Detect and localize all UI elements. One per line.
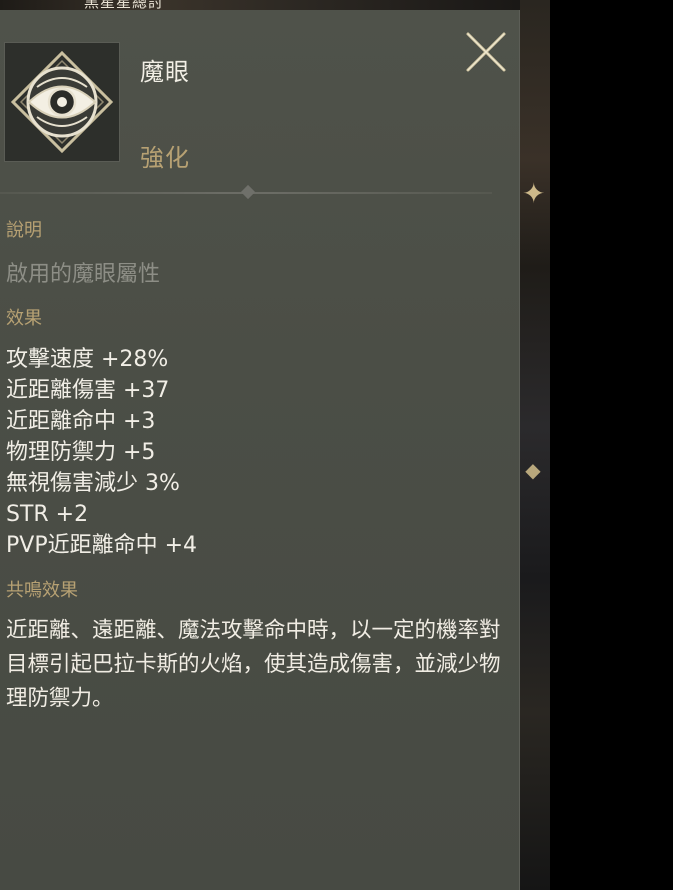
top-hint-text: 黑星星總討	[84, 0, 165, 10]
ornament-icon: ◆	[525, 458, 541, 482]
effect-item: 物理防禦力 +5	[6, 440, 156, 465]
effects-title: 效果	[6, 308, 42, 329]
description-text: 啟用的魔眼屬性	[6, 262, 161, 287]
effect-item: 近距離命中 +3	[6, 409, 156, 434]
resonance-title: 共鳴效果	[6, 580, 78, 601]
effect-item: 攻擊速度 +28%	[6, 347, 169, 372]
close-button[interactable]	[462, 28, 510, 76]
effects-list: 攻擊速度 +28% 近距離傷害 +37 近距離命中 +3 物理防禦力 +5 無視…	[6, 344, 197, 561]
effect-item: 無視傷害減少 3%	[6, 471, 180, 496]
background-header: 黑星星總討	[0, 0, 520, 10]
close-icon	[466, 32, 506, 72]
description-title: 說明	[6, 220, 42, 241]
item-type: 強化	[140, 144, 190, 172]
effect-item: 近距離傷害 +37	[6, 378, 170, 403]
background-scene: ✦ ◆	[520, 0, 550, 890]
divider-ornament	[240, 184, 256, 200]
ornament-icon: ✦	[522, 177, 546, 210]
item-name: 魔眼	[140, 58, 190, 86]
effect-item: STR +2	[6, 502, 89, 527]
eye-icon	[10, 50, 114, 154]
item-icon-frame	[4, 42, 120, 162]
resonance-text: 近距離、遠距離、魔法攻擊命中時，以一定的機率對目標引起巴拉卡斯的火焰，使其造成傷…	[6, 618, 501, 711]
effect-item: PVP近距離命中 +4	[6, 533, 198, 558]
item-tooltip-panel: 魔眼 強化 說明 啟用的魔眼屬性 效果 攻擊速度 +28% 近距離傷害 +37 …	[0, 10, 520, 890]
